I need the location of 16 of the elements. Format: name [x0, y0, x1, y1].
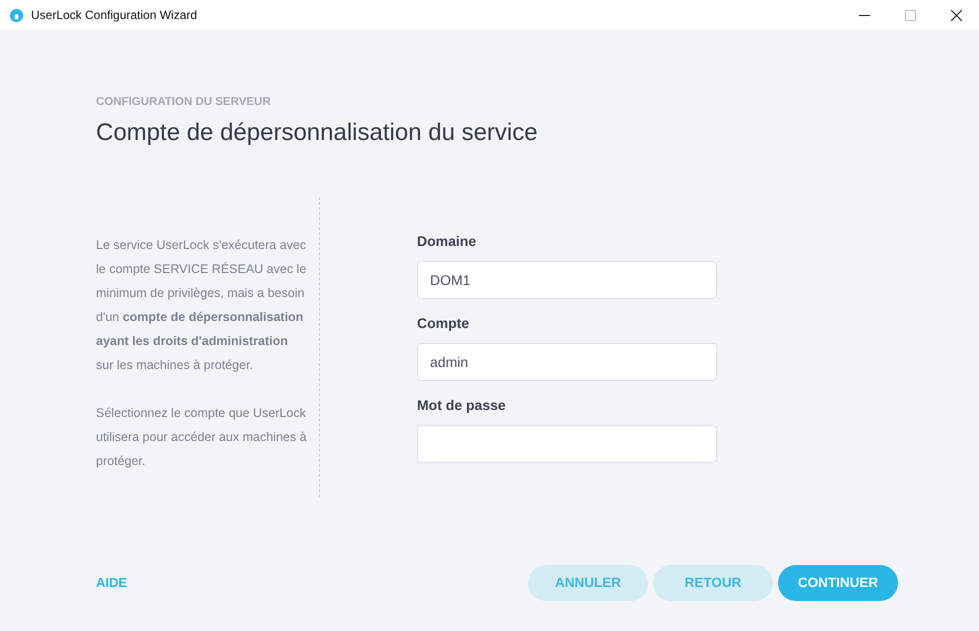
- input-field[interactable]: [417, 425, 717, 464]
- input-field[interactable]: DOM1: [417, 261, 717, 300]
- help-link[interactable]: AIDE: [96, 573, 128, 593]
- description-text: Le service UserLock s'exécutera avec le compte SERVICE RÉSEAU avec le minimum de privilèges, mais a besoin d'un compte de dépersonnalisation ayant les droits d'administration sur les machines à protéger.: [96, 237, 307, 374]
- input-field[interactable]: admin: [417, 343, 717, 382]
- lock-icon: [9, 8, 24, 22]
- field-label: Mot de passe: [417, 396, 507, 416]
- field-label: Domaine: [417, 232, 478, 252]
- secondary-button[interactable]: RETOUR: [653, 565, 773, 601]
- secondary-button[interactable]: ANNULER: [528, 565, 648, 601]
- page-title: Compte de dépersonnalisation du service: [96, 118, 538, 148]
- section-label: CONFIGURATION DU SERVEUR: [96, 95, 271, 110]
- field-label: Compte: [417, 314, 470, 334]
- description-text: Sélectionnez le compte que UserLock utilisera pour accéder aux machines à protéger.: [96, 405, 307, 470]
- continue-button[interactable]: CONTINUER: [778, 565, 898, 601]
- window-title: UserLock Configuration Wizard: [31, 7, 198, 24]
